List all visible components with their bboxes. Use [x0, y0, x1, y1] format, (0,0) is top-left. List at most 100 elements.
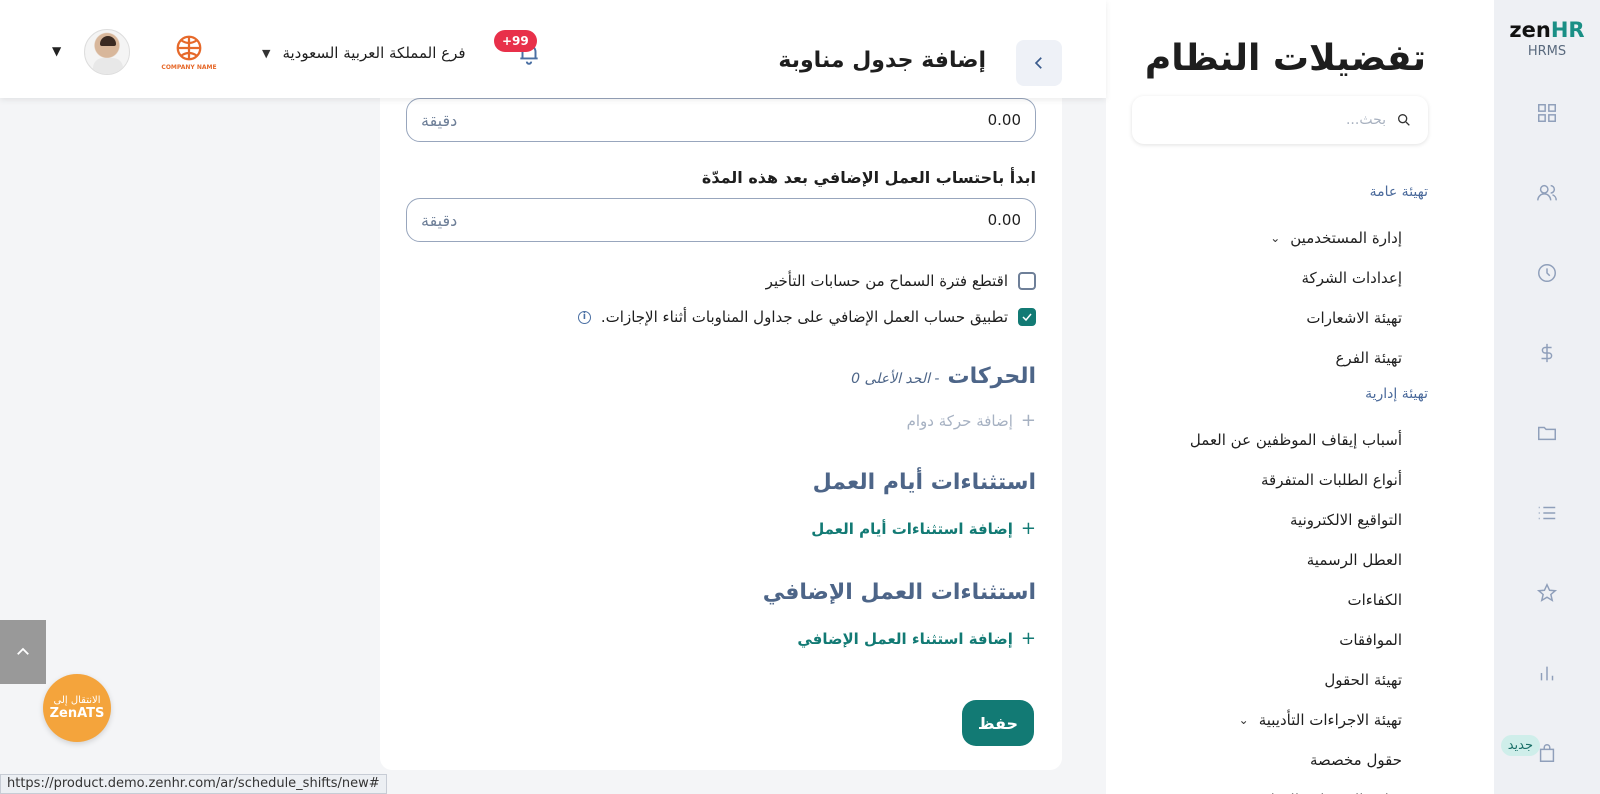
- save-button[interactable]: حفظ: [962, 700, 1034, 746]
- rail-payroll[interactable]: [1523, 329, 1571, 377]
- menu-item-branch[interactable]: تهيئة الفرع: [1128, 338, 1428, 378]
- menu-group-admin: تهيئة إدارية: [1365, 386, 1428, 402]
- workday-exceptions-title: استثناءات أيام العمل: [812, 470, 1036, 495]
- chevron-up-icon: [17, 647, 29, 655]
- logo-sub: HRMS: [1527, 44, 1567, 59]
- rail-performance[interactable]: [1523, 569, 1571, 617]
- zenhr-logo[interactable]: zenHR HRMS: [1509, 18, 1584, 59]
- ats-line1: الانتقال إلى: [53, 695, 101, 706]
- logo-accent: HR: [1550, 18, 1585, 42]
- menu-item-label: نماذج الانضمام والانهاء: [1264, 780, 1402, 794]
- menu-item-holidays[interactable]: العطل الرسمية: [1128, 540, 1428, 580]
- status-bar-url: https://product.demo.zenhr.com/ar/schedu…: [0, 774, 387, 794]
- avatar[interactable]: [84, 29, 130, 75]
- overtime-exceptions-title: استثناءات العمل الإضافي: [762, 580, 1036, 605]
- menu-item-request-types[interactable]: أنواع الطلبات المتفرقة: [1128, 460, 1428, 500]
- plus-icon: +: [1020, 410, 1036, 431]
- scroll-to-top-button[interactable]: [0, 620, 46, 684]
- globe-icon: [176, 35, 202, 61]
- branch-selector[interactable]: فرع المملكة العربية السعودية ▼: [262, 44, 466, 62]
- menu-item-company-settings[interactable]: إعدادات الشركة: [1128, 258, 1428, 298]
- branch-name: فرع المملكة العربية السعودية: [282, 44, 466, 62]
- clock-icon: [1538, 264, 1556, 282]
- list-icon: [1538, 506, 1556, 520]
- menu-item-custom-fields[interactable]: حقول مخصصة: [1128, 740, 1428, 780]
- search-icon: [1398, 114, 1410, 126]
- logo-main: zen: [1509, 18, 1551, 42]
- grace-deduct-row: اقتطع فترة السماح من حسابات التأخير: [766, 272, 1036, 290]
- settings-search[interactable]: [1132, 96, 1428, 144]
- menu-item-onboarding-forms[interactable]: نماذج الانضمام والانهاء: [1128, 780, 1428, 794]
- menu-item-label: تهيئة الفرع: [1335, 349, 1402, 367]
- folder-icon: [1538, 426, 1556, 441]
- field-value: 0.00: [987, 111, 1021, 129]
- menu-item-label: تهيئة الاجراءات التأديبية: [1258, 711, 1402, 729]
- menu-item-disciplinary[interactable]: تهيئة الاجراءات التأديبية ⌄: [1128, 700, 1428, 740]
- overtime-vacation-checkbox[interactable]: [1018, 308, 1036, 326]
- rail-documents[interactable]: [1523, 409, 1571, 457]
- rail-employees[interactable]: [1523, 169, 1571, 217]
- overtime-vacation-label: تطبيق حساب العمل الإضافي على جداول المنا…: [600, 308, 1008, 326]
- company-logo: COMPANY NAME: [152, 27, 226, 77]
- field-unit: دقيقة: [421, 210, 458, 230]
- movements-subtitle: - الحد الأعلى 0: [851, 371, 940, 387]
- settings-menu: تهيئة عامة إدارة المستخدمين ⌄ إعدادات ال…: [1128, 176, 1428, 794]
- menu-item-label: تهيئة الحقول: [1324, 671, 1402, 689]
- menu-item-label: العطل الرسمية: [1306, 551, 1402, 569]
- add-movement-button[interactable]: + إضافة حركة دوام: [907, 410, 1036, 431]
- add-workday-exception-button[interactable]: + إضافة استثناءات أيام العمل: [811, 518, 1036, 539]
- settings-search-input[interactable]: [1166, 112, 1386, 128]
- page-title: إضافة جدول مناوبة: [778, 48, 986, 73]
- rail-reports[interactable]: [1523, 649, 1571, 697]
- menu-group-general: تهيئة عامة: [1369, 184, 1428, 200]
- rail-attendance[interactable]: [1523, 249, 1571, 297]
- notification-count-badge: +99: [494, 30, 537, 52]
- field-value: 0.00: [987, 211, 1021, 229]
- plus-icon: +: [1020, 628, 1036, 649]
- chevron-down-icon: ⌄: [1238, 713, 1249, 727]
- field-unit: دقيقة: [421, 110, 458, 130]
- menu-item-label: الموافقات: [1339, 631, 1402, 649]
- ats-line2: ZenATS: [49, 706, 105, 721]
- menu-item-fields-setup[interactable]: تهيئة الحقول: [1128, 660, 1428, 700]
- main-area: إضافة جدول مناوبة +99 فرع المملكة العربي…: [0, 0, 1106, 794]
- top-header: إضافة جدول مناوبة +99 فرع المملكة العربي…: [0, 0, 1106, 98]
- goto-zenats-button[interactable]: الانتقال إلى ZenATS: [43, 674, 111, 742]
- grace-minutes-field[interactable]: دقيقة 0.00: [406, 98, 1036, 142]
- menu-item-e-signatures[interactable]: التواقيع الالكترونية: [1128, 500, 1428, 540]
- overtime-start-label: ابدأ باحتساب العمل الإضافي بعد هذه المدّ…: [701, 168, 1036, 187]
- menu-item-suspension-reasons[interactable]: أسباب إيقاف الموظفين عن العمل: [1128, 420, 1428, 460]
- star-icon: [1536, 583, 1558, 602]
- dollar-icon: [1541, 343, 1553, 363]
- movements-section-title: الحركات - الحد الأعلى 0: [851, 364, 1036, 389]
- company-logo-text: COMPANY NAME: [161, 64, 217, 71]
- overtime-start-field[interactable]: دقيقة 0.00: [406, 198, 1036, 242]
- rail-dashboard[interactable]: [1523, 89, 1571, 137]
- menu-item-notifications[interactable]: تهيئة الاشعارات: [1128, 298, 1428, 338]
- menu-item-label: أنواع الطلبات المتفرقة: [1261, 471, 1402, 489]
- add-movement-label: إضافة حركة دوام: [906, 411, 1013, 430]
- form-card: دقيقة 0.00 ابدأ باحتساب العمل الإضافي بع…: [380, 98, 1062, 770]
- settings-sidebar: تفضيلات النظام تهيئة عامة إدارة المستخدم…: [1106, 0, 1494, 794]
- menu-item-approvals[interactable]: الموافقات: [1128, 620, 1428, 660]
- menu-item-label: أسباب إيقاف الموظفين عن العمل: [1189, 431, 1402, 449]
- overtime-vacation-row: تطبيق حساب العمل الإضافي على جداول المنا…: [577, 308, 1036, 326]
- menu-item-label: الكفاءات: [1347, 591, 1402, 609]
- grace-deduct-checkbox[interactable]: [1018, 272, 1036, 290]
- menu-item-label: إدارة المستخدمين: [1290, 229, 1402, 247]
- check-icon: [1022, 313, 1032, 322]
- users-icon: [1537, 184, 1557, 201]
- grace-deduct-label: اقتطع فترة السماح من حسابات التأخير: [765, 272, 1008, 290]
- add-workday-exception-label: إضافة استثناءات أيام العمل: [811, 519, 1013, 538]
- back-button[interactable]: [1016, 40, 1062, 86]
- info-icon[interactable]: i: [577, 310, 591, 324]
- menu-item-competencies[interactable]: الكفاءات: [1128, 580, 1428, 620]
- plus-icon: +: [1020, 518, 1036, 539]
- add-overtime-exception-button[interactable]: + إضافة استثناء العمل الإضافي: [797, 628, 1036, 649]
- user-menu-chevron-icon[interactable]: ▼: [52, 44, 61, 58]
- rail-requests[interactable]: [1523, 489, 1571, 537]
- chevron-down-icon: ⌄: [1270, 231, 1281, 245]
- new-badge: جديد: [1500, 735, 1540, 756]
- menu-item-user-management[interactable]: إدارة المستخدمين ⌄: [1128, 218, 1428, 258]
- chart-icon: [1540, 666, 1554, 681]
